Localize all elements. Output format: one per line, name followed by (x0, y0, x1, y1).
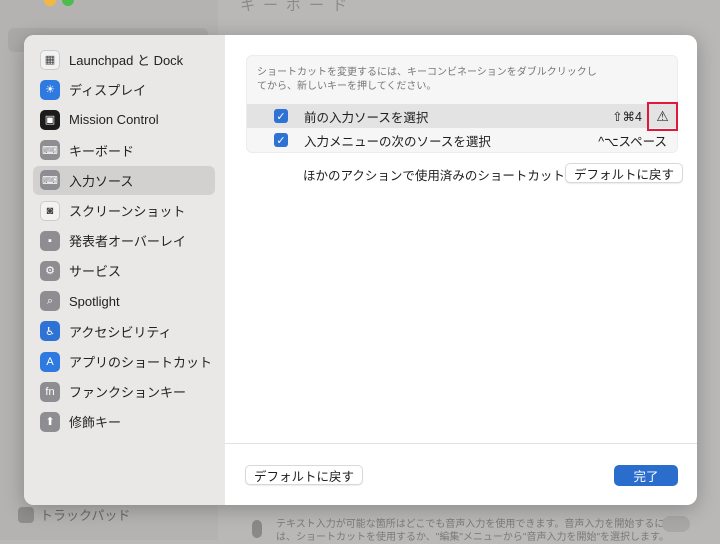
divider (225, 443, 697, 444)
restore-defaults-button[interactable]: デフォルトに戻す (245, 465, 364, 485)
done-button[interactable]: 完了 (614, 465, 678, 486)
shortcut-keys[interactable]: ^⌥スペース (598, 131, 667, 150)
screenshot-icon: ◙ (40, 200, 60, 221)
conflict-text: ほかのアクションで使用済みのショートカット (303, 169, 565, 183)
background-dictation-toggle (662, 516, 690, 532)
sidebar-item-label: アクセシビリティ (69, 324, 172, 340)
sidebar-item-label: Spotlight (69, 293, 120, 309)
sidebar-item-label: キーボード (69, 143, 135, 159)
sidebar-item[interactable]: ♿ アクセシビリティ (33, 317, 215, 346)
shortcut-label: 入力メニューの次のソースを選択 (304, 134, 491, 149)
arrow-up-icon: ⬆ (40, 411, 60, 432)
sidebar-item-label: Mission Control (69, 112, 159, 128)
sidebar-item[interactable]: fn ファンクションキー (33, 377, 215, 406)
background-title: キーボード (240, 0, 356, 14)
sidebar-item[interactable]: ⌕ Spotlight (33, 287, 215, 316)
sidebar-item[interactable]: ⚙ サービス (33, 256, 215, 285)
shortcut-row[interactable]: ✓ 入力メニューの次のソースを選択 ^⌥スペース (247, 128, 677, 152)
shortcut-keys[interactable]: ⇧⌘4 (612, 109, 642, 124)
restore-conflict-button[interactable]: デフォルトに戻す (565, 163, 684, 183)
sidebar-item[interactable]: ◙ スクリーンショット (33, 196, 215, 225)
microphone-icon (252, 520, 262, 538)
trackpad-icon (18, 506, 34, 523)
sidebar-item[interactable]: ⬆ 修飾キー (33, 407, 215, 436)
search-icon: ⌕ (40, 291, 60, 312)
checkbox[interactable]: ✓ (274, 109, 288, 123)
keyboard-icon: ⌨ (40, 140, 60, 161)
sidebar-item-label: Launchpad と Dock (69, 53, 184, 68)
keyboard-icon: ⌨ (40, 170, 60, 191)
app-store-icon: A (40, 351, 60, 372)
warning-icon[interactable]: ⚠ (647, 102, 678, 131)
sidebar-item-label: サービス (69, 264, 122, 280)
sidebar-item[interactable]: ▪ 発表者オーバーレイ (33, 226, 215, 255)
shortcut-list: ショートカットを変更するには、キーコンビネーションをダブルクリックしてから、新し… (246, 55, 678, 153)
sidebar-item-label: ファンクションキー (69, 385, 187, 401)
sidebar-item-label: スクリーンショット (69, 204, 186, 219)
sidebar-item-label: アプリのショートカット (69, 355, 213, 370)
background-sidebar-item-trackpad: トラックパッド (18, 505, 130, 524)
shortcuts-content: ショートカットを変更するには、キーコンビネーションをダブルクリックしてから、新し… (225, 35, 697, 505)
accessibility-icon: ♿ (40, 321, 60, 342)
sidebar-item[interactable]: ⌨ 入力ソース (33, 165, 215, 195)
sidebar-item[interactable]: A アプリのショートカット (33, 347, 215, 376)
background-dictation-text: テキスト入力が可能な箇所はどこでも音声入力を使用できます。音声入力を開始するには… (276, 519, 669, 543)
shortcut-label: 前の入力ソースを選択 (304, 110, 429, 125)
sidebar-item-label: ディスプレイ (69, 83, 147, 99)
sidebar-item-label: 発表者オーバーレイ (69, 234, 186, 250)
sidebar-item-label: 修飾キー (69, 415, 122, 431)
shortcuts-sidebar: ▦ Launchpad と Dock ☀ ディスプレイ ▣ Mission Control… (24, 35, 225, 505)
fn-icon: fn (40, 381, 60, 402)
presenter-icon: ▪ (40, 230, 60, 251)
sidebar-item[interactable]: ☀ ディスプレイ (33, 75, 215, 104)
sidebar-item[interactable]: ⌨ キーボード (33, 136, 215, 165)
hint-text: ショートカットを変更するには、キーコンビネーションをダブルクリックしてから、新し… (257, 67, 597, 92)
sidebar-item-label: 入力ソース (69, 173, 134, 189)
mission-control-icon: ▣ (40, 109, 60, 130)
display-icon: ☀ (40, 79, 60, 100)
gears-icon: ⚙ (40, 260, 60, 281)
keyboard-shortcuts-sheet: ▦ Launchpad と Dock ☀ ディスプレイ ▣ Mission Control… (24, 35, 697, 505)
sidebar-item[interactable]: ▣ Mission Control (33, 105, 215, 134)
launchpad-icon: ▦ (40, 49, 60, 70)
checkbox[interactable]: ✓ (274, 133, 288, 147)
shortcut-row[interactable]: ✓ 前の入力ソースを選択 ⇧⌘4 (247, 104, 677, 128)
sidebar-item[interactable]: ▦ Launchpad と Dock (33, 45, 215, 74)
